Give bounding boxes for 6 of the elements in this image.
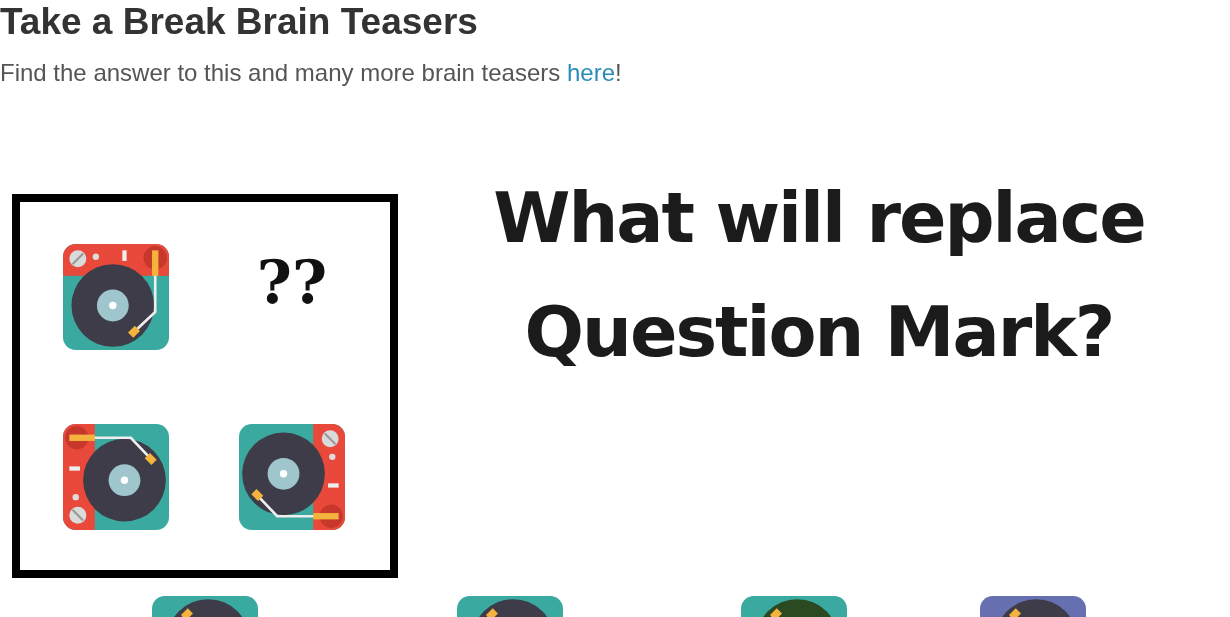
question-title: Question Mark? (523, 290, 1115, 375)
question-title: What will replace (492, 176, 1146, 261)
page-heading: Take a Break Brain Teasers (0, 0, 479, 44)
question-marks: ?? (256, 252, 328, 312)
here-link[interactable]: here (566, 59, 615, 86)
intro-text: Find the answer to this and many more brain teasers here! (0, 58, 623, 88)
